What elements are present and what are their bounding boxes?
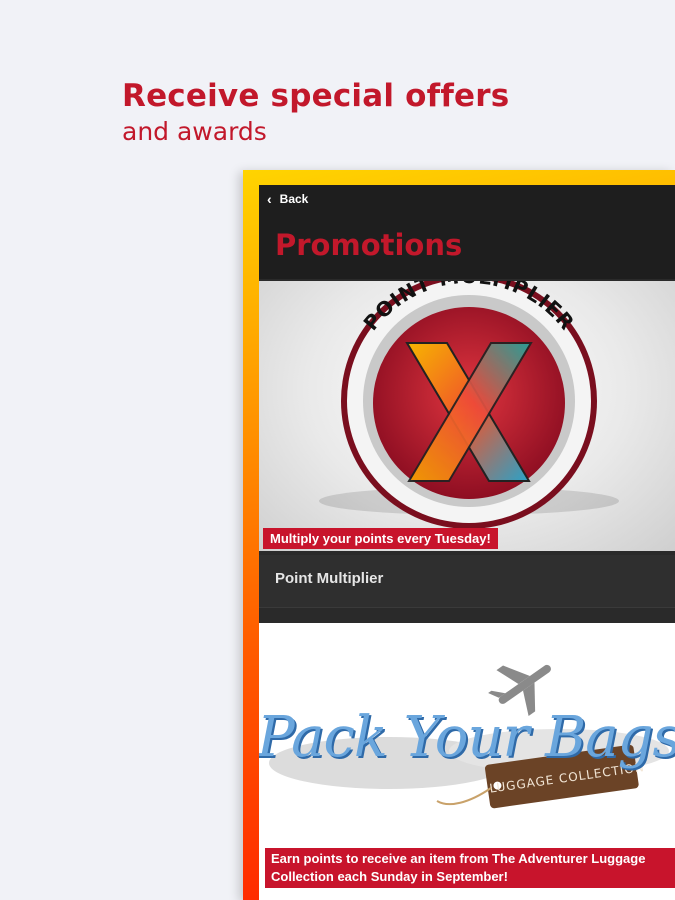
app-screen: ‹ Back Promotions POINT IPLIER Multiply …: [259, 185, 675, 900]
app-header: ‹ Back Promotions: [259, 185, 675, 279]
page-title: Promotions: [275, 228, 463, 262]
promo-card-pack-your-bags[interactable]: LUGGAGE COLLECTION Pack Your Bags Earn p…: [259, 623, 675, 900]
back-button[interactable]: ‹ Back: [267, 192, 308, 206]
promo-caption: Multiply your points every Tuesday!: [263, 528, 498, 549]
point-multiplier-badge: POINT MULTIPLIER: [319, 264, 619, 529]
promo-name: Point Multiplier: [275, 570, 384, 587]
promo-subline: and awards: [122, 117, 267, 146]
promo-card-point-multiplier[interactable]: POINT MULTIPLIER Multiply your points ev…: [259, 264, 675, 551]
promo-headline: Receive special offers: [122, 78, 510, 114]
promo-caption-2: Earn points to receive an item from The …: [265, 848, 675, 888]
promo-name-bar[interactable]: Point Multiplier: [259, 555, 675, 608]
pack-your-bags-title: Pack Your Bags: [259, 705, 675, 770]
chevron-left-icon: ‹: [267, 191, 272, 207]
back-label: Back: [279, 192, 309, 206]
